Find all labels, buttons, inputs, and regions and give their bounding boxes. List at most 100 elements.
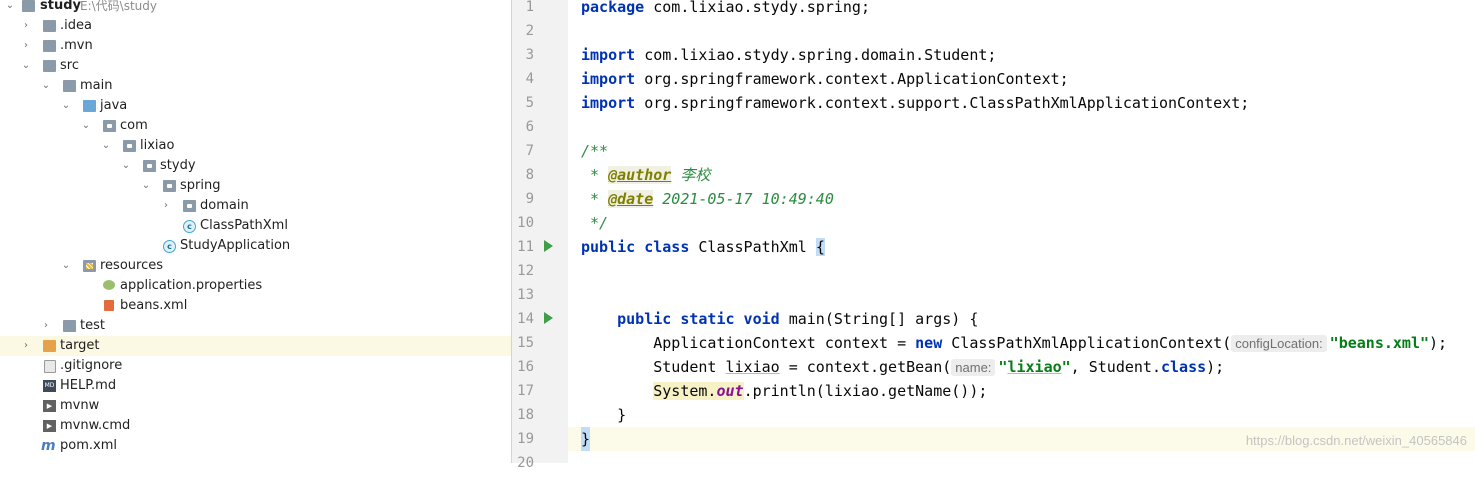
tree-label: .mvn — [60, 38, 93, 53]
static-field: out — [716, 382, 744, 400]
chevron-down-icon[interactable]: ⌄ — [4, 0, 16, 16]
line-number: 17 — [517, 383, 534, 399]
resources-folder-icon — [83, 260, 96, 272]
tree-item-stydy[interactable]: ⌄ stydy — [0, 156, 511, 176]
keyword: import — [581, 46, 636, 64]
chevron-down-icon[interactable]: ⌄ — [100, 136, 112, 156]
code-line: import org.springframework.context.Appli… — [568, 67, 1475, 91]
chevron-down-icon[interactable]: ⌄ — [60, 96, 72, 116]
chevron-down-icon[interactable]: ⌄ — [120, 156, 132, 176]
chevron-right-icon[interactable]: › — [40, 316, 52, 336]
line-number: 4 — [525, 71, 534, 87]
folder-icon — [43, 60, 56, 72]
string-literal: "beans.xml" — [1329, 334, 1430, 352]
tree-item-resources[interactable]: ⌄ resources — [0, 256, 511, 276]
tree-item-gitignore[interactable]: .gitignore — [0, 356, 511, 376]
code-text: Student — [581, 358, 726, 376]
tree-item-beans-xml[interactable]: beans.xml — [0, 296, 511, 316]
tree-label: StudyApplication — [180, 238, 291, 253]
doc-tag: @author — [608, 166, 672, 184]
excluded-folder-icon — [43, 340, 56, 352]
tree-item-idea[interactable]: › .idea — [0, 16, 511, 36]
line-number: 15 — [517, 335, 534, 351]
source-folder-icon — [83, 100, 96, 112]
code-text: ClassPathXml — [689, 238, 816, 256]
folder-icon — [63, 320, 76, 332]
tree-item-studyapplication[interactable]: c StudyApplication — [0, 236, 511, 256]
tree-item-com[interactable]: ⌄ com — [0, 116, 511, 136]
keyword: new — [915, 334, 943, 352]
doc-comment: * — [581, 166, 609, 184]
code-editor[interactable]: package com.lixiao.stydy.spring; import … — [568, 0, 1475, 463]
chevron-right-icon[interactable]: › — [20, 16, 32, 36]
code-text: ); — [1429, 334, 1448, 352]
run-main-icon[interactable] — [544, 312, 553, 324]
tree-item-test[interactable]: › test — [0, 316, 511, 336]
code-text: = context.getBean( — [779, 358, 952, 376]
tree-label-root: study — [40, 0, 81, 13]
folder-icon — [43, 20, 56, 32]
code-text: , Student. — [1070, 358, 1161, 376]
chevron-right-icon[interactable]: › — [20, 36, 32, 56]
run-class-icon[interactable] — [544, 240, 553, 252]
code-text: ); — [1206, 358, 1225, 376]
tree-item-src[interactable]: ⌄ src — [0, 56, 511, 76]
line-number: 19 — [517, 431, 534, 447]
tree-item-main[interactable]: ⌄ main — [0, 76, 511, 96]
tree-item-classpathxml[interactable]: c ClassPathXml — [0, 216, 511, 236]
doc-comment: 李校 — [671, 166, 711, 184]
tree-label: .idea — [60, 18, 92, 33]
tree-label: target — [60, 338, 100, 353]
tree-label: .gitignore — [60, 358, 123, 373]
tree-item-pom-xml[interactable]: m pom.xml — [0, 436, 511, 456]
line-number: 13 — [517, 287, 534, 303]
tree-item-help-md[interactable]: MD HELP.md — [0, 376, 511, 396]
line-number: 20 — [517, 455, 534, 471]
keyword: import — [581, 70, 636, 88]
tree-label: mvnw.cmd — [60, 418, 131, 433]
project-tool-window: ⌄ study E:\代码\study › .idea › .mvn ⌄ src… — [0, 0, 511, 463]
tree-root-path: E:\代码\study — [80, 0, 157, 13]
package-icon — [183, 200, 196, 212]
chevron-down-icon[interactable]: ⌄ — [140, 176, 152, 196]
chevron-down-icon[interactable]: ⌄ — [60, 256, 72, 276]
tree-label: HELP.md — [60, 378, 117, 393]
tree-label: src — [60, 58, 79, 73]
code-line: */ — [568, 211, 1475, 235]
chevron-down-icon[interactable]: ⌄ — [20, 56, 32, 76]
line-number: 2 — [525, 23, 534, 39]
chevron-right-icon[interactable]: › — [160, 196, 172, 216]
tree-item-mvnw[interactable]: ▶ mvnw — [0, 396, 511, 416]
tree-label: java — [100, 98, 128, 113]
tree-item-root[interactable]: ⌄ study E:\代码\study — [0, 0, 511, 16]
tree-item-mvn[interactable]: › .mvn — [0, 36, 511, 56]
code-line: package com.lixiao.stydy.spring; — [568, 0, 1475, 19]
chevron-down-icon[interactable]: ⌄ — [40, 76, 52, 96]
chevron-down-icon[interactable]: ⌄ — [80, 116, 92, 136]
tree-item-target[interactable]: › target — [0, 336, 511, 356]
package-icon — [163, 180, 176, 192]
tree-label: ClassPathXml — [200, 218, 288, 233]
tree-item-mvnw-cmd[interactable]: ▶ mvnw.cmd — [0, 416, 511, 436]
tree-item-lixiao[interactable]: ⌄ lixiao — [0, 136, 511, 156]
line-number: 3 — [525, 47, 534, 63]
keyword: public static void — [581, 310, 780, 328]
tree-item-spring[interactable]: ⌄ spring — [0, 176, 511, 196]
line-number: 16 — [517, 359, 534, 375]
tree-label: com — [120, 118, 148, 133]
package-icon — [123, 140, 136, 152]
tree-label: test — [80, 318, 105, 333]
variable: lixiao — [725, 358, 780, 376]
tree-item-domain[interactable]: › domain — [0, 196, 511, 216]
code-line: public static void main(String[] args) { — [568, 307, 1475, 331]
chevron-right-icon[interactable]: › — [20, 336, 32, 356]
code-text: com.lixiao.stydy.spring; — [644, 0, 870, 16]
gitignore-file-icon — [44, 360, 56, 373]
line-number: 7 — [525, 143, 534, 159]
tree-label: stydy — [160, 158, 196, 173]
tree-item-java[interactable]: ⌄ java — [0, 96, 511, 116]
watermark: https://blog.csdn.net/weixin_40565846 — [1245, 433, 1467, 448]
folder-icon — [43, 40, 56, 52]
line-number: 5 — [525, 95, 534, 111]
tree-item-application-properties[interactable]: application.properties — [0, 276, 511, 296]
